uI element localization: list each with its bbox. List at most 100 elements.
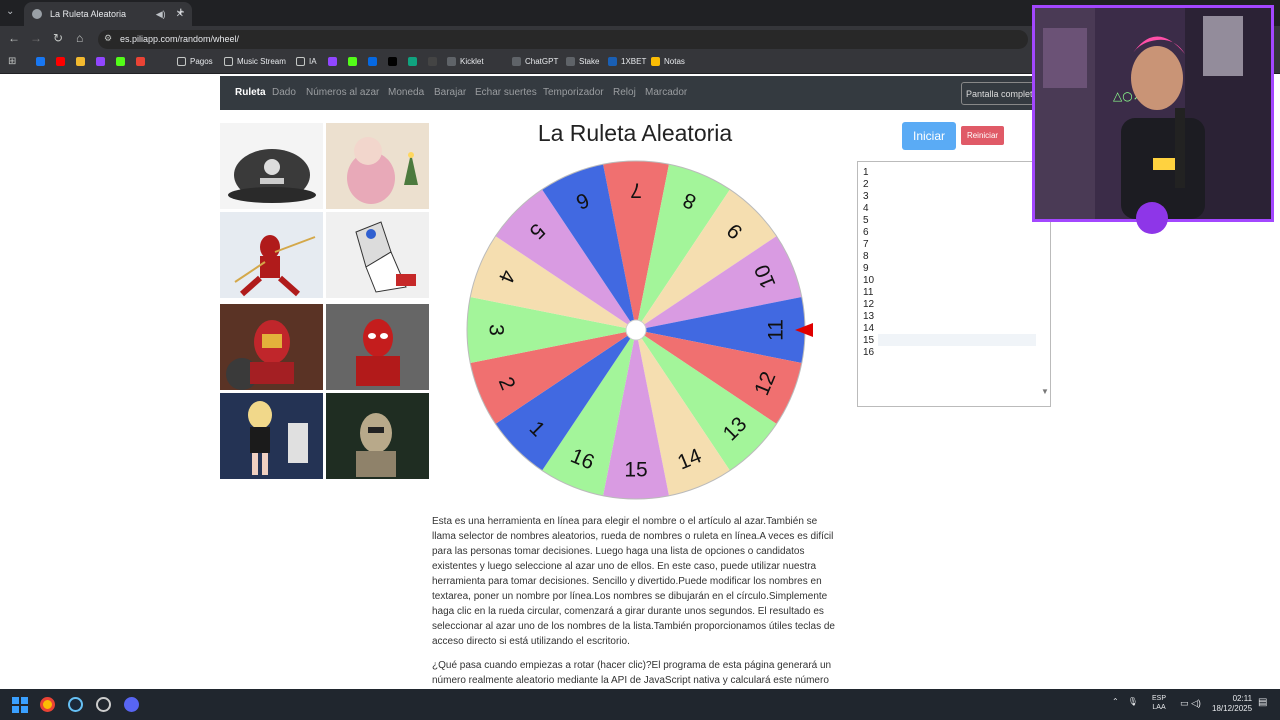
bookmark-16[interactable]: ChatGPT (512, 57, 558, 66)
network-icon[interactable]: ▭ ◁) (1180, 698, 1201, 709)
notifications-icon[interactable]: ▤ (1258, 697, 1267, 708)
discord-taskbar-icon[interactable] (124, 697, 139, 712)
bookmark-19[interactable]: Notas (651, 57, 685, 66)
bookmark-favicon-icon (76, 57, 85, 66)
names-list: 1 2 3 4 5 6 7 8 9 10 11 12 13 14 15 16 (863, 167, 874, 359)
bookmark-favicon-icon (388, 57, 397, 66)
bookmark-3[interactable] (96, 57, 109, 66)
wheel-hub[interactable] (625, 319, 647, 341)
bookmark-6[interactable]: Pagos (177, 57, 213, 66)
bookmark-favicon-icon (368, 57, 377, 66)
nav-echar-suertes[interactable]: Echar suertes (475, 87, 537, 98)
nav-marcador[interactable]: Marcador (645, 87, 687, 98)
bookmark-favicon-icon (566, 57, 575, 66)
nav-moneda[interactable]: Moneda (388, 87, 424, 98)
bookmark-label: IA (309, 57, 317, 66)
bookmark-favicon-icon (328, 57, 337, 66)
bookmark-0[interactable] (36, 57, 49, 66)
tab-audio-icon[interactable]: ◀︎) (156, 9, 166, 20)
bookmark-favicon-icon (36, 57, 45, 66)
webcam-overlay: △○× (1032, 5, 1274, 222)
wheel-segment-label: 11 (765, 319, 788, 341)
wheel-segment-label: 7 (630, 178, 642, 201)
bookmark-15[interactable]: Kicklet (447, 57, 484, 66)
name-line: 7 (863, 239, 869, 250)
ad-image-cat[interactable] (326, 123, 429, 209)
name-line: 11 (863, 287, 874, 298)
bookmark-17[interactable]: Stake (566, 57, 599, 66)
url-text: es.piliapp.com/random/wheel/ (120, 34, 240, 44)
nav-reloj[interactable]: Reloj (613, 87, 636, 98)
windows-start-icon[interactable] (12, 697, 28, 713)
nav-barajar[interactable]: Barajar (434, 87, 466, 98)
language-indicator[interactable]: ESP LAA (1152, 694, 1166, 712)
bookmark-14[interactable] (428, 57, 441, 66)
bookmark-4[interactable] (116, 57, 129, 66)
ad-image-anime-figure[interactable] (220, 393, 323, 479)
name-line: 2 (863, 179, 869, 190)
steam-taskbar-icon[interactable] (68, 697, 83, 712)
bookmark-favicon-icon (408, 57, 417, 66)
bookmark-label: ChatGPT (525, 57, 559, 66)
names-textarea[interactable] (857, 161, 1051, 407)
ad-image-spiderman-bust[interactable] (326, 304, 429, 390)
nav-ruleta[interactable]: Ruleta (235, 87, 266, 98)
fullscreen-select[interactable]: Pantalla completa (961, 82, 1041, 105)
nav-temporizador[interactable]: Temporizador (543, 87, 604, 98)
apps-icon[interactable]: ⊞ (8, 56, 16, 67)
name-line: 9 (863, 263, 869, 274)
roulette-wheel[interactable]: 7 8910111213141516123456 (460, 155, 820, 505)
bookmark-label: Music Stream (237, 57, 286, 66)
name-line: 8 (863, 251, 869, 262)
bookmark-label: Pagos (190, 57, 213, 66)
clock-date: 18/12/2025 (1212, 704, 1253, 713)
folder-icon (177, 57, 186, 66)
bookmark-5[interactable] (136, 57, 149, 66)
bookmark-11[interactable] (368, 57, 381, 66)
nav-numeros[interactable]: Números al azar (306, 87, 379, 98)
wheel-segment-label: 15 (624, 459, 647, 482)
ad-image-helmet[interactable] (326, 393, 429, 479)
reload-icon[interactable]: ↻ (53, 31, 63, 45)
bookmark-2[interactable] (76, 57, 89, 66)
back-icon[interactable]: ← (8, 31, 20, 45)
site-info-icon[interactable]: ⚙ (104, 33, 112, 44)
name-line: 4 (863, 203, 869, 214)
ad-image-mecha[interactable] (326, 212, 429, 298)
bookmark-13[interactable] (408, 57, 421, 66)
bookmark-12[interactable] (388, 57, 401, 66)
home-icon[interactable]: ⌂ (76, 31, 83, 45)
name-line: 12 (863, 299, 875, 310)
browser-tab[interactable]: La Ruleta Aleatoria ◀︎) ✕ (24, 2, 192, 26)
bookmark-9[interactable] (328, 57, 341, 66)
name-line: 15 (863, 335, 875, 346)
forward-icon[interactable]: → (30, 31, 42, 45)
new-tab-button[interactable]: + (177, 4, 185, 19)
bookmark-favicon-icon (428, 57, 437, 66)
bookmark-favicon-icon (136, 57, 145, 66)
bookmark-7[interactable]: Music Stream (224, 57, 286, 66)
clock[interactable]: 02:11 18/12/2025 (1212, 694, 1252, 714)
ad-image-spiderman[interactable] (220, 212, 323, 298)
nav-dado[interactable]: Dado (272, 87, 296, 98)
system-tray[interactable]: ⌃ 🎙 (1112, 697, 1138, 706)
name-line: 13 (863, 311, 875, 322)
chrome-taskbar-icon[interactable] (40, 697, 55, 712)
start-button[interactable]: Iniciar (902, 122, 956, 150)
taskbar (0, 689, 1280, 720)
folder-icon (224, 57, 233, 66)
obs-taskbar-icon[interactable] (96, 697, 111, 712)
scroll-down-icon[interactable]: ▼ (1041, 387, 1049, 396)
wheel-segment-label: 3 (484, 324, 507, 336)
ad-image-cap[interactable] (220, 123, 323, 209)
clock-time: 02:11 (1232, 694, 1253, 703)
bookmark-10[interactable] (348, 57, 361, 66)
bookmark-18[interactable]: 1XBET (608, 57, 646, 66)
reset-button[interactable]: Reiniciar (961, 126, 1004, 145)
bookmark-8[interactable]: IA (296, 57, 317, 66)
ad-image-ironman[interactable] (220, 304, 323, 390)
bookmark-1[interactable] (56, 57, 69, 66)
tab-search-icon[interactable]: ⌄ (6, 6, 14, 17)
name-line: 1 (863, 167, 869, 178)
name-line: 14 (863, 323, 875, 334)
